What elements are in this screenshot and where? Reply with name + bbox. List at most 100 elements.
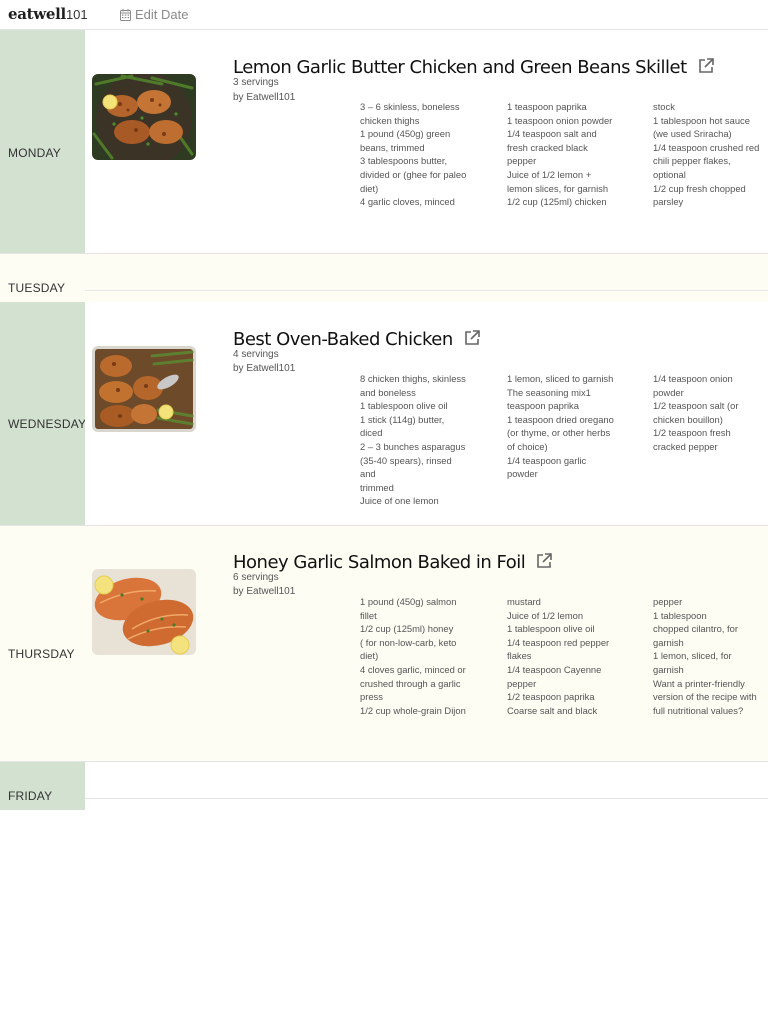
ingredient-line: 1/2 cup (125ml) chicken xyxy=(507,196,607,208)
day-label-wednesday: WEDNESDAY xyxy=(0,302,87,525)
recipe-title-text[interactable]: Best Oven-Baked Chicken xyxy=(233,329,453,350)
ingredient-line: 1 teaspoon dried oregano xyxy=(507,413,614,425)
edit-date-button[interactable]: Edit Date xyxy=(120,7,188,22)
ingredient-line: 1 tablespoon olive oil xyxy=(507,623,595,635)
recipe-title[interactable]: Best Oven-Baked Chicken xyxy=(233,329,481,350)
recipe-byline: by Eatwell101 xyxy=(233,363,296,374)
ingredient-line: 1 pound (450g) salmon xyxy=(360,596,457,607)
ingredient-line: 1 teaspoon paprika xyxy=(507,101,587,112)
ingredients-column-3: pepper 1 tablespoon chopped cilantro, fo… xyxy=(653,595,765,717)
ingredient-line: (we used Sriracha) xyxy=(653,128,732,140)
honey-garlic-salmon-photo xyxy=(92,569,196,655)
day-row-friday: FRIDAY xyxy=(0,762,768,810)
ingredient-line: Coarse salt and black xyxy=(507,704,598,716)
ingredient-line: 1/4 teaspoon onion xyxy=(653,373,733,384)
ingredient-line: flakes xyxy=(507,650,532,662)
ingredient-line: fresh cracked black xyxy=(507,141,588,153)
ingredients-column-2: mustard Juice of 1/2 lemon 1 tablespoon … xyxy=(507,595,615,717)
recipe-title-text[interactable]: Lemon Garlic Butter Chicken and Green Be… xyxy=(233,57,687,78)
day-label-thursday: THURSDAY xyxy=(0,526,85,761)
ingredient-line: 1 tablespoon xyxy=(653,609,707,621)
ingredient-line: 1 tablespoon hot sauce xyxy=(653,114,750,126)
recipe-image[interactable] xyxy=(92,74,196,160)
ingredient-line: 8 chicken thighs, skinless xyxy=(360,373,466,384)
ingredient-line: 1/4 teaspoon crushed red xyxy=(653,141,760,153)
ingredient-line: beans, trimmed xyxy=(360,141,425,153)
ingredient-line: 3 tablespoons butter, xyxy=(360,155,448,167)
calendar-icon xyxy=(120,8,131,21)
ingredient-line: of choice) xyxy=(507,440,548,452)
ingredient-line: pepper xyxy=(653,596,683,607)
ingredient-line: The seasoning mix1 xyxy=(507,386,591,398)
ingredient-line: Juice of one lemon xyxy=(360,495,439,507)
day-name: FRIDAY xyxy=(8,789,53,803)
logo[interactable]: eatwell101 xyxy=(8,5,88,24)
ingredient-line: chili pepper flakes, xyxy=(653,155,731,167)
ingredient-line: ( for non-low-carb, keto xyxy=(360,636,457,648)
ingredient-line: 1 teaspoon onion powder xyxy=(507,114,613,126)
ingredient-line: cracked pepper xyxy=(653,440,718,452)
day-name: TUESDAY xyxy=(8,281,66,295)
logo-number: 101 xyxy=(65,7,88,22)
ingredients-column-2: 1 teaspoon paprika 1 teaspoon onion powd… xyxy=(507,100,615,209)
ingredient-line: stock xyxy=(653,101,675,112)
ingredient-line: 1/2 cup whole-grain Dijon xyxy=(360,704,466,716)
ingredient-line: diet) xyxy=(360,182,379,194)
ingredient-line: powder xyxy=(653,386,684,398)
ingredient-line: divided or (ghee for paleo xyxy=(360,168,467,180)
ingredient-line: 1/2 teaspoon fresh xyxy=(653,427,731,439)
recipe-title[interactable]: Honey Garlic Salmon Baked in Foil xyxy=(233,552,553,573)
ingredient-line: and boneless xyxy=(360,386,416,398)
ingredient-line: pepper xyxy=(507,155,537,167)
ingredient-line: (or thyme, or other herbs xyxy=(507,427,611,439)
ingredient-line: 2 – 3 bunches asparagus xyxy=(360,440,466,452)
logo-word: eatwell xyxy=(8,5,66,23)
ingredient-line: 3 – 6 skinless, boneless xyxy=(360,101,460,112)
edit-date-label: Edit Date xyxy=(135,7,189,22)
ingredient-line: 1/2 teaspoon paprika xyxy=(507,691,595,703)
recipe-image[interactable] xyxy=(92,346,196,432)
ingredient-line: optional xyxy=(653,168,686,180)
ingredient-line: chicken bouillon) xyxy=(653,413,723,425)
ingredient-line: 1/4 teaspoon garlic xyxy=(507,454,587,466)
day-row-tuesday: TUESDAY xyxy=(0,254,768,302)
ingredient-line: trimmed xyxy=(360,481,394,493)
day-name: WEDNESDAY xyxy=(8,417,87,431)
ingredient-line: garnish xyxy=(653,636,684,648)
ingredient-line: crushed through a garlic xyxy=(360,677,461,689)
recipe-byline: by Eatwell101 xyxy=(233,586,296,597)
ingredient-line: 1 lemon, sliced to garnish xyxy=(507,373,614,384)
ingredients-column-2: 1 lemon, sliced to garnish The seasoning… xyxy=(507,372,615,481)
day-name: MONDAY xyxy=(8,146,61,160)
ingredient-line: 1 lemon, sliced, for xyxy=(653,650,732,662)
ingredient-line: 1/2 cup (125ml) honey xyxy=(360,623,454,635)
ingredients-column-1: 3 – 6 skinless, boneless chicken thighs … xyxy=(360,100,468,209)
ingredients-column-3: 1/4 teaspoon onion powder 1/2 teaspoon s… xyxy=(653,372,765,454)
external-link-icon[interactable] xyxy=(535,552,553,570)
recipe-servings: 6 servings xyxy=(233,572,279,583)
ingredient-line: teaspoon paprika xyxy=(507,400,579,412)
ingredient-line: diet) xyxy=(360,650,379,662)
ingredients-column-1: 1 pound (450g) salmon fillet 1/2 cup (12… xyxy=(360,595,468,717)
recipe-image[interactable] xyxy=(92,569,196,655)
recipe-title[interactable]: Lemon Garlic Butter Chicken and Green Be… xyxy=(233,57,715,78)
ingredient-line: powder xyxy=(507,468,538,480)
recipe-title-text[interactable]: Honey Garlic Salmon Baked in Foil xyxy=(233,552,526,573)
ingredient-line: 4 cloves garlic, minced or xyxy=(360,663,466,675)
ingredients-column-3: stock 1 tablespoon hot sauce (we used Sr… xyxy=(653,100,765,209)
external-link-icon[interactable] xyxy=(463,329,481,347)
ingredient-line: 1 pound (450g) green xyxy=(360,128,451,140)
ingredient-line: (35-40 spears), rinsed and xyxy=(360,454,452,480)
recipe-byline: by Eatwell101 xyxy=(233,92,296,103)
divider xyxy=(85,290,768,291)
ingredient-line: version of the recipe with xyxy=(653,691,757,703)
ingredient-line: 1 stick (114g) butter, diced xyxy=(360,413,445,439)
ingredient-line: 1/2 teaspoon salt (or xyxy=(653,400,739,412)
ingredient-line: pepper xyxy=(507,677,537,689)
ingredient-line: garnish xyxy=(653,663,684,675)
ingredient-line: press xyxy=(360,691,383,703)
ingredient-line: 1/2 cup fresh chopped xyxy=(653,182,746,194)
external-link-icon[interactable] xyxy=(697,57,715,75)
ingredient-line: 1/4 teaspoon salt and xyxy=(507,128,597,140)
day-label-tuesday: TUESDAY xyxy=(0,254,85,302)
